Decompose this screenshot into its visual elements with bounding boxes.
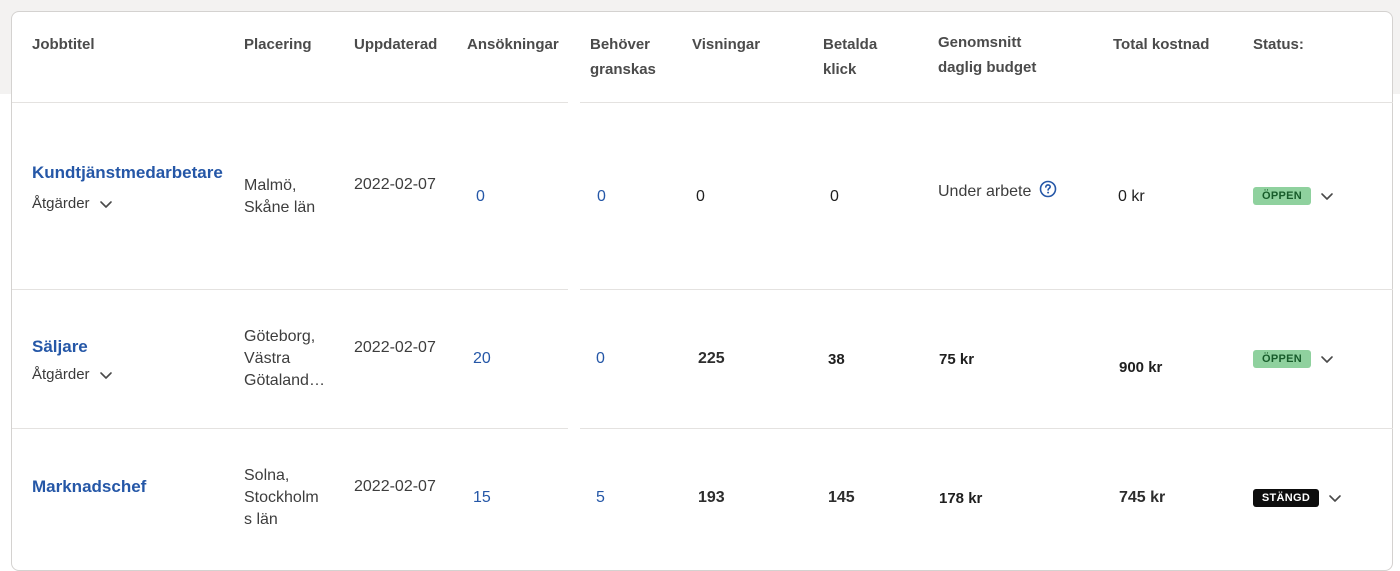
views-value: 193 bbox=[698, 489, 725, 506]
jobs-table-card: Jobbtitel Placering Uppdaterad Ansökning… bbox=[11, 11, 1393, 571]
location-line: Götaland… bbox=[244, 372, 325, 389]
location-line: Solna, bbox=[244, 467, 290, 484]
paid-clicks-value: 145 bbox=[828, 489, 855, 506]
header-views[interactable]: Visningar bbox=[692, 32, 760, 57]
chevron-down-icon bbox=[1321, 356, 1333, 363]
applications-link[interactable]: 20 bbox=[473, 350, 491, 368]
job-title-link[interactable]: Marknadschef bbox=[32, 477, 146, 497]
chevron-down-icon bbox=[99, 371, 112, 379]
header-total-cost[interactable]: Total kostnad bbox=[1113, 32, 1209, 57]
header-paid-clicks-line1: Betalda bbox=[823, 36, 878, 53]
status-dropdown[interactable]: STÄNGD bbox=[1253, 489, 1343, 507]
chevron-down-icon bbox=[1329, 495, 1341, 502]
needs-review-link[interactable]: 0 bbox=[596, 350, 605, 368]
updated-date: 2022-02-07 bbox=[354, 339, 436, 356]
chevron-down-icon bbox=[1321, 193, 1333, 200]
header-paid-clicks-line2: klick bbox=[823, 61, 857, 78]
header-applications[interactable]: Ansökningar bbox=[467, 32, 559, 57]
location-cell: Solna, Stockholm s län bbox=[244, 465, 319, 531]
avg-budget-value: 75 kr bbox=[939, 351, 975, 368]
header-status[interactable]: Status: bbox=[1253, 32, 1304, 57]
header-avg-budget[interactable]: Genomsnitt daglig budget bbox=[938, 30, 1036, 80]
row-divider bbox=[12, 289, 1393, 290]
needs-review-link[interactable]: 0 bbox=[597, 188, 606, 206]
total-cost-value: 900 kr bbox=[1119, 359, 1163, 376]
updated-date: 2022-02-07 bbox=[354, 478, 436, 495]
applications-link[interactable]: 15 bbox=[473, 489, 491, 507]
header-needs-review-line2: granskas bbox=[590, 61, 656, 78]
header-avg-budget-line2: daglig budget bbox=[938, 59, 1037, 76]
paid-clicks-value: 38 bbox=[828, 351, 845, 368]
avg-budget-value: 178 kr bbox=[939, 490, 983, 507]
location-line: Göteborg, bbox=[244, 328, 316, 345]
help-circle-icon[interactable] bbox=[1039, 180, 1057, 198]
job-title-link[interactable]: Säljare bbox=[32, 337, 88, 357]
header-needs-review[interactable]: Behöver granskas bbox=[590, 32, 656, 82]
header-updated[interactable]: Uppdaterad bbox=[354, 32, 437, 57]
divider-gap bbox=[568, 101, 580, 104]
job-title-link[interactable]: Kundtjänstmedarbetare bbox=[32, 163, 223, 183]
header-location[interactable]: Placering bbox=[244, 32, 312, 57]
status-badge: STÄNGD bbox=[1253, 489, 1319, 507]
location-line: Malmö, bbox=[244, 177, 297, 194]
views-value: 225 bbox=[698, 350, 725, 367]
location-line: Stockholm bbox=[244, 489, 319, 506]
updated-date: 2022-02-07 bbox=[354, 176, 436, 193]
total-cost-value: 745 kr bbox=[1119, 489, 1166, 506]
status-dropdown[interactable]: ÖPPEN bbox=[1253, 187, 1335, 205]
applications-link[interactable]: 0 bbox=[476, 188, 485, 206]
location-line: Skåne län bbox=[244, 199, 316, 216]
divider-gap bbox=[568, 288, 580, 291]
row-divider bbox=[12, 428, 1393, 429]
location-line: s län bbox=[244, 511, 278, 528]
header-job-title[interactable]: Jobbtitel bbox=[32, 32, 95, 57]
avg-budget-value: Under arbete bbox=[938, 183, 1032, 200]
views-value: 0 bbox=[696, 188, 705, 205]
header-paid-clicks[interactable]: Betalda klick bbox=[823, 32, 877, 82]
avg-budget-cell: Under arbete bbox=[938, 180, 1057, 201]
actions-label: Åtgärder bbox=[32, 366, 90, 383]
status-badge: ÖPPEN bbox=[1253, 350, 1311, 368]
actions-label: Åtgärder bbox=[32, 195, 90, 212]
status-badge: ÖPPEN bbox=[1253, 187, 1311, 205]
divider-gap bbox=[568, 427, 580, 430]
location-line: Västra bbox=[244, 350, 291, 367]
paid-clicks-value: 0 bbox=[830, 188, 839, 205]
actions-dropdown[interactable]: Åtgärder bbox=[32, 366, 114, 383]
header-needs-review-line1: Behöver bbox=[590, 36, 651, 53]
status-dropdown[interactable]: ÖPPEN bbox=[1253, 350, 1335, 368]
location-cell: Malmö, Skåne län bbox=[244, 175, 315, 219]
header-avg-budget-line1: Genomsnitt bbox=[938, 34, 1022, 51]
needs-review-link[interactable]: 5 bbox=[596, 489, 605, 507]
chevron-down-icon bbox=[99, 200, 112, 208]
actions-dropdown[interactable]: Åtgärder bbox=[32, 195, 114, 212]
total-cost-value: 0 kr bbox=[1118, 188, 1145, 205]
row-divider bbox=[12, 102, 1393, 103]
location-cell: Göteborg, Västra Götaland… bbox=[244, 326, 325, 392]
